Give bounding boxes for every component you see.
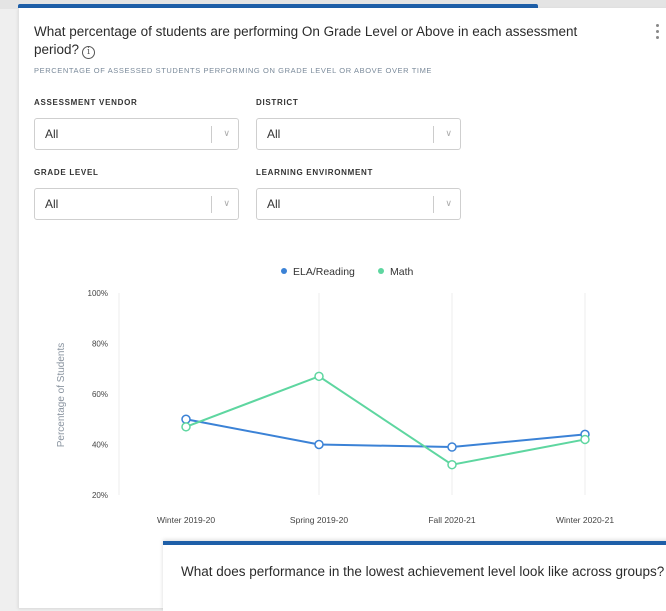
- chevron-down-icon[interactable]: ∨: [445, 198, 452, 209]
- card-title: What percentage of students are performi…: [34, 23, 624, 59]
- environment-select-value: All: [267, 197, 281, 211]
- district-select-value: All: [267, 127, 281, 141]
- environment-select[interactable]: All ∨: [256, 188, 461, 220]
- select-separator: [433, 196, 434, 213]
- filter-label-district: DISTRICT: [256, 98, 299, 107]
- card-title-text: What percentage of students are performi…: [34, 24, 578, 57]
- more-options-icon[interactable]: [655, 24, 661, 44]
- chevron-down-icon[interactable]: ∨: [223, 198, 230, 209]
- info-icon[interactable]: i: [82, 46, 96, 59]
- select-separator: [211, 126, 212, 143]
- filter-label-environment: LEARNING ENVIRONMENT: [256, 168, 374, 177]
- vendor-select[interactable]: All ∨: [34, 118, 239, 150]
- grade-select-value: All: [45, 197, 59, 211]
- vendor-select-value: All: [45, 127, 59, 141]
- second-card-title-text: What does performance in the lowest achi…: [181, 564, 665, 579]
- chevron-down-icon[interactable]: ∨: [445, 128, 452, 139]
- filter-label-vendor: ASSESSMENT VENDOR: [34, 98, 138, 107]
- chevron-down-icon[interactable]: ∨: [223, 128, 230, 139]
- district-select[interactable]: All ∨: [256, 118, 461, 150]
- select-separator: [211, 196, 212, 213]
- second-card-accent: [163, 541, 666, 545]
- filter-label-grade: GRADE LEVEL: [34, 168, 99, 177]
- second-card: What does performance in the lowest achi…: [163, 541, 666, 611]
- grade-select[interactable]: All ∨: [34, 188, 239, 220]
- second-card-title: What does performance in the lowest achi…: [181, 563, 666, 581]
- card-subtitle: PERCENTAGE OF ASSESSED STUDENTS PERFORMI…: [34, 66, 433, 75]
- select-separator: [433, 126, 434, 143]
